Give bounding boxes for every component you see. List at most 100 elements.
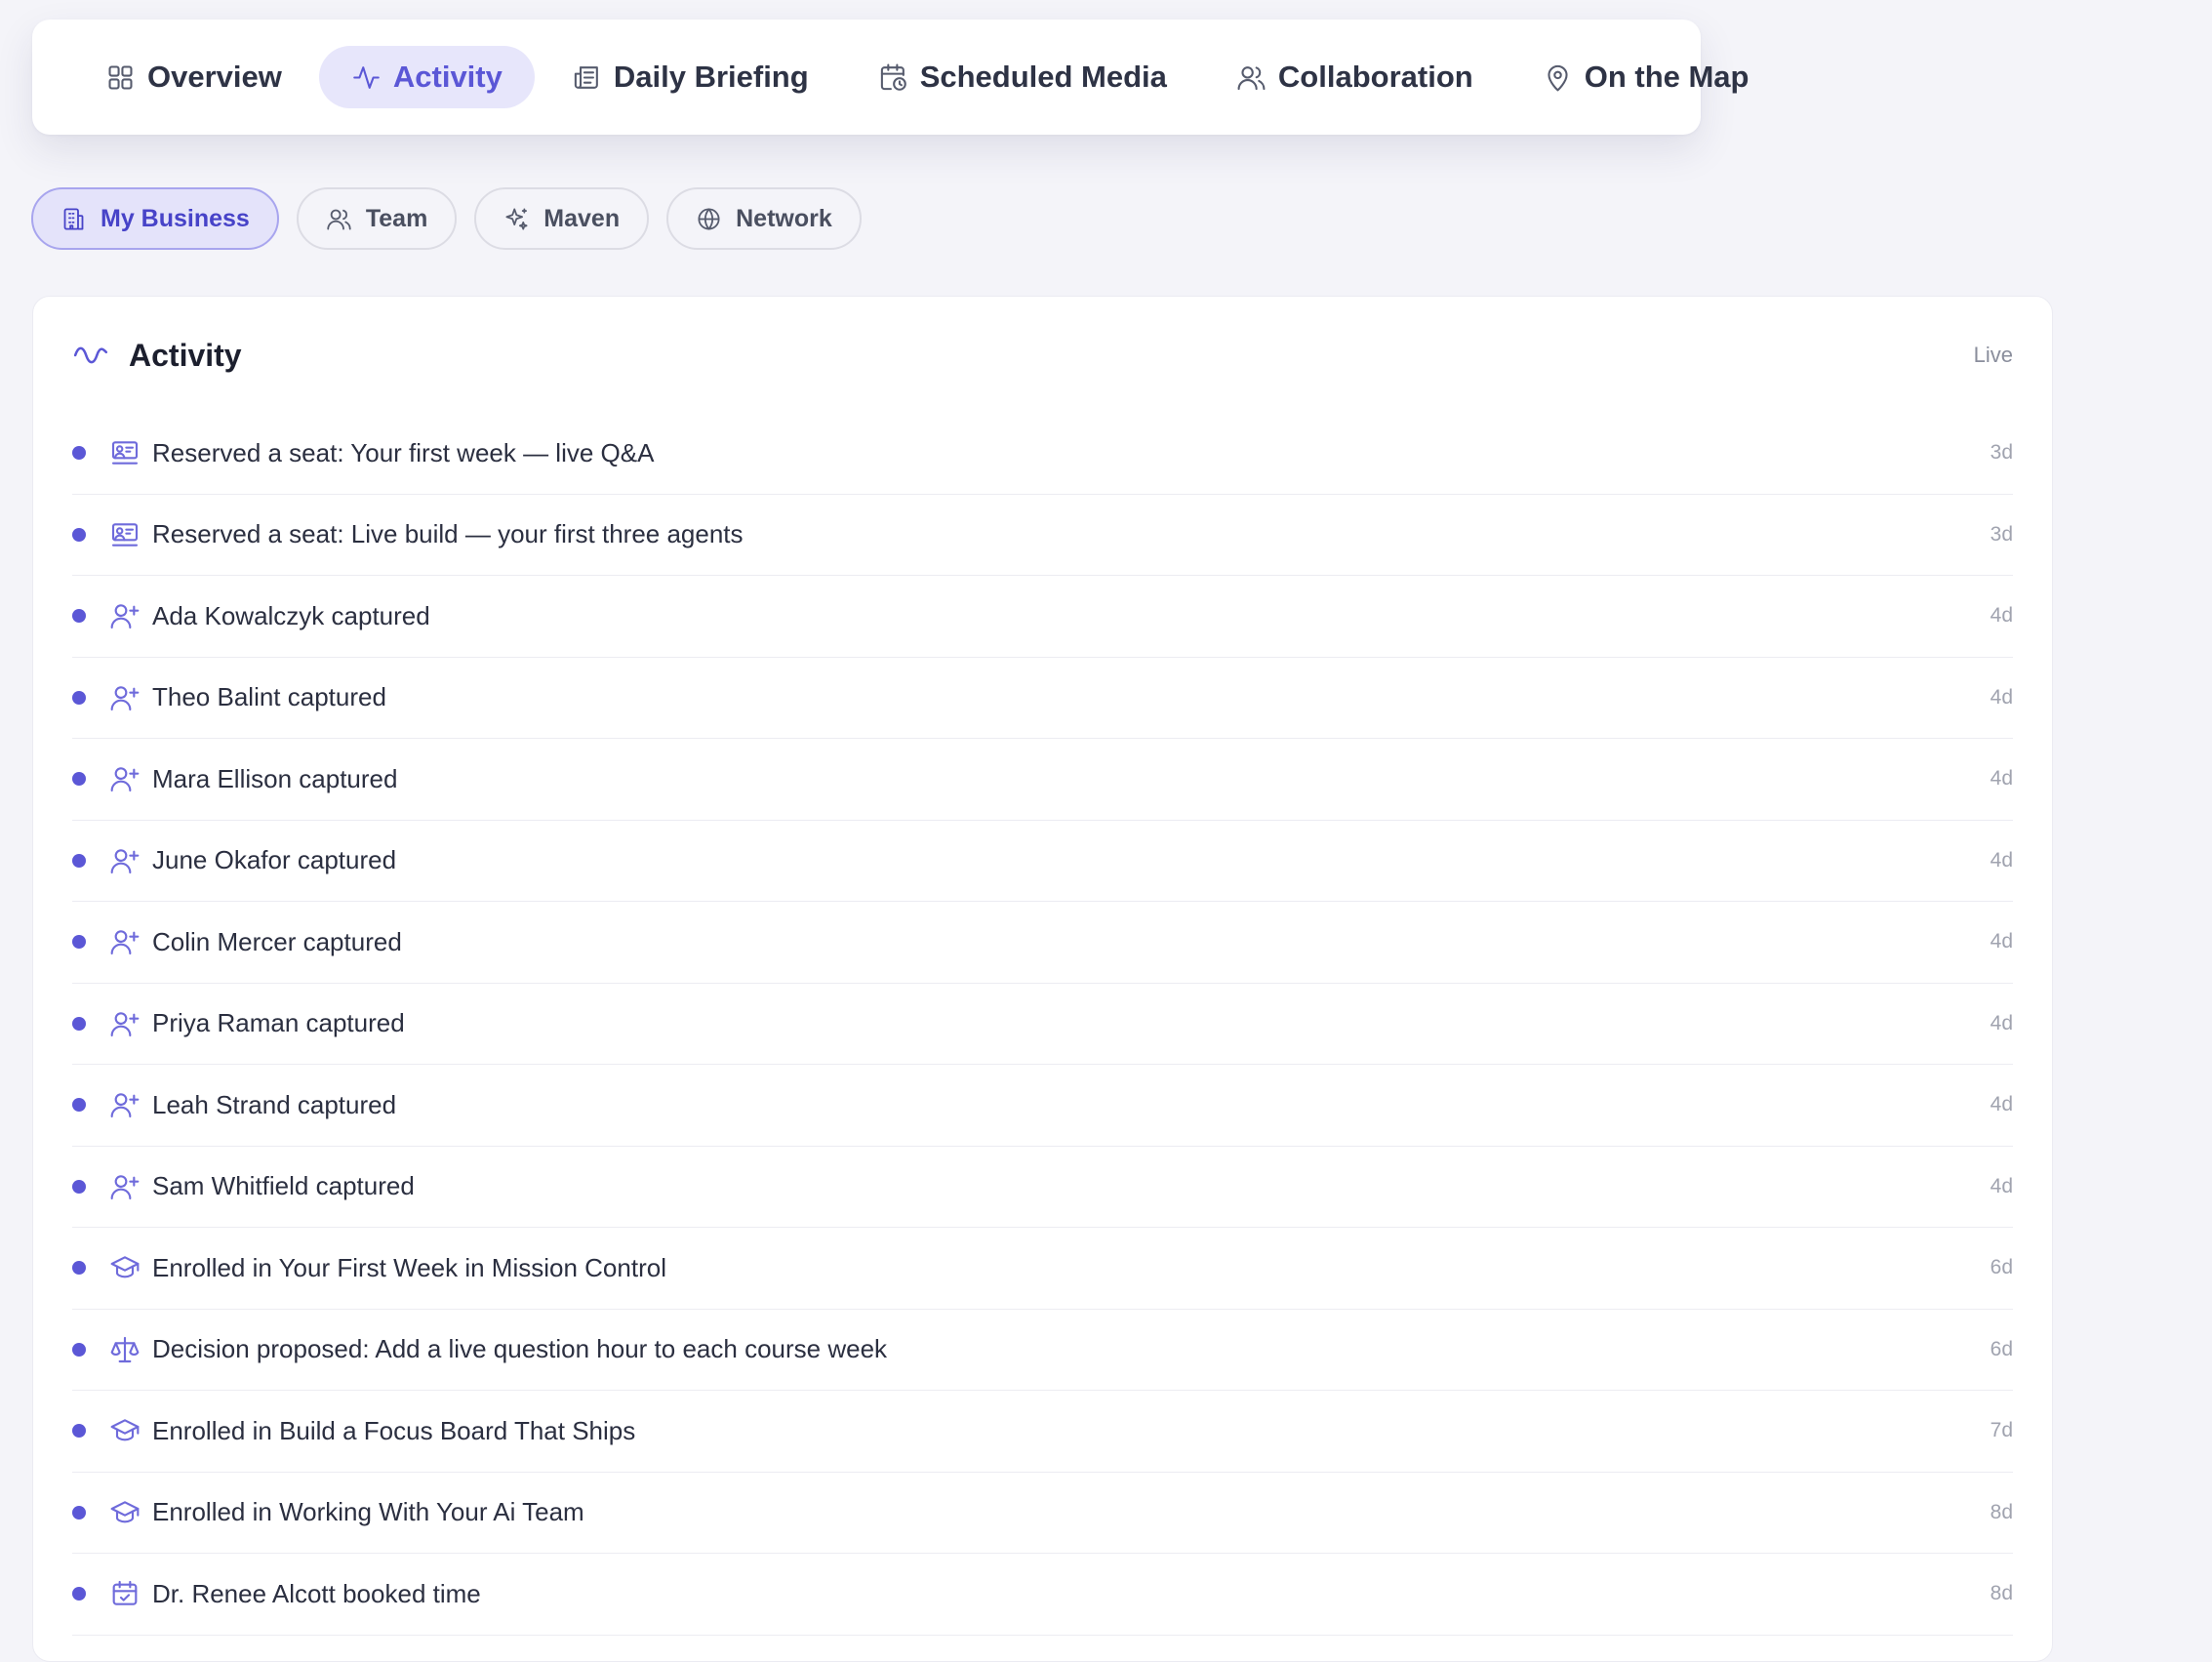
graduation-cap-icon [109,1252,152,1283]
tab-overview[interactable]: Overview [74,46,314,108]
activity-text: Reserved a seat: Live build — your first… [152,519,744,549]
unread-dot [72,1505,86,1520]
tab-collaboration[interactable]: Collaboration [1204,46,1506,108]
sparkles-icon [503,206,530,232]
unread-dot [72,853,86,868]
activity-time: 4d [1990,1174,2013,1197]
unread-dot [72,1587,86,1601]
activity-row[interactable]: June Okafor captured 4d [72,821,2013,902]
activity-title: Activity [129,337,242,373]
unread-dot [72,1179,86,1194]
activity-time: 3d [1990,441,2013,465]
activity-text: Colin Mercer captured [152,926,402,956]
unread-dot [72,690,86,705]
activity-time: 4d [1990,848,2013,872]
activity-time: 4d [1990,685,2013,709]
user-plus-icon [109,1008,152,1039]
user-plus-icon [109,600,152,631]
unread-dot [72,1098,86,1113]
graduation-cap-icon [109,1415,152,1446]
user-plus-icon [109,926,152,957]
activity-row[interactable]: Reserved a seat: Your first week — live … [72,413,2013,495]
globe-icon [696,206,722,232]
activity-row[interactable]: Theo Balint captured 4d [72,658,2013,739]
tab-label: Scheduled Media [919,60,1167,94]
filter-label: Maven [543,204,621,232]
activity-time: 3d [1990,522,2013,546]
tab-scheduled-media[interactable]: Scheduled Media [846,46,1199,108]
presentation-icon [109,437,152,468]
activity-text: Decision proposed: Add a live question h… [152,1334,888,1364]
calendar-check-icon [109,1578,152,1609]
unread-dot [72,1261,86,1276]
activity-row[interactable]: Mara Ellison captured 4d [72,739,2013,821]
activity-text: Ada Kowalczyk captured [152,600,430,630]
filter-network[interactable]: Network [666,187,862,250]
filter-label: Network [736,204,832,232]
graduation-cap-icon [109,1497,152,1528]
activity-row[interactable]: Enrolled in Build a Focus Board That Shi… [72,1391,2013,1473]
activity-text: Reserved a seat: Your first week — live … [152,437,655,467]
unread-dot [72,935,86,950]
filter-my-business[interactable]: My Business [31,187,279,250]
map-pin-icon [1543,62,1573,93]
activity-text: Theo Balint captured [152,682,386,712]
activity-text: Dr. Renee Alcott booked time [152,1578,481,1608]
activity-time: 4d [1990,1093,2013,1116]
calendar-clock-icon [878,62,908,93]
user-plus-icon [109,682,152,713]
unread-dot [72,446,86,461]
grid-icon [105,62,136,93]
activity-text: Priya Raman captured [152,1008,405,1038]
activity-row[interactable]: Priya Raman captured 4d [72,984,2013,1065]
activity-row[interactable]: Ada Kowalczyk captured 4d [72,576,2013,658]
tab-label: Daily Briefing [613,60,809,94]
user-plus-icon [109,763,152,794]
filter-maven[interactable]: Maven [474,187,650,250]
building-icon [60,206,87,232]
tab-label: Activity [392,60,503,94]
wave-icon [72,337,109,374]
activity-row[interactable]: Reserved a seat: Live build — your first… [72,495,2013,576]
unread-dot [72,1342,86,1357]
activity-text: Enrolled in Your First Week in Mission C… [152,1252,666,1282]
tab-label: Overview [147,60,282,94]
user-plus-icon [109,1089,152,1120]
activity-time: 6d [1990,1337,2013,1360]
unread-dot [72,527,86,542]
tab-activity[interactable]: Activity [318,46,535,108]
unread-dot [72,1016,86,1031]
presentation-icon [109,519,152,550]
unread-dot [72,1424,86,1439]
activity-text: Mara Ellison captured [152,763,398,793]
filter-team[interactable]: Team [296,187,458,250]
unread-dot [72,609,86,624]
activity-row[interactable]: Dr. Renee Alcott booked time 8d [72,1554,2013,1636]
activity-row[interactable]: Sam Whitfield captured 4d [72,1147,2013,1228]
activity-text: Enrolled in Working With Your Ai Team [152,1497,584,1527]
tab-label: On the Map [1584,60,1749,94]
activity-time: 8d [1990,1500,2013,1523]
filter-label: Team [365,204,428,232]
activity-text: Enrolled in Build a Focus Board That Shi… [152,1415,636,1445]
activity-time: 4d [1990,767,2013,790]
activity-text: June Okafor captured [152,845,397,875]
activity-panel: Activity Live Reserved a seat: Your firs… [32,296,2053,1662]
activity-row[interactable]: Enrolled in Your First Week in Mission C… [72,1228,2013,1310]
pulse-icon [351,62,382,93]
activity-feed: Reserved a seat: Your first week — live … [72,413,2013,1636]
tab-label: Collaboration [1277,60,1473,94]
filter-label: My Business [101,204,250,232]
activity-time: 8d [1990,1582,2013,1605]
activity-row[interactable]: Leah Strand captured 4d [72,1065,2013,1147]
live-status: Live [1973,343,2013,367]
activity-time: 4d [1990,1011,2013,1034]
user-plus-icon [109,1171,152,1202]
activity-row[interactable]: Decision proposed: Add a live question h… [72,1310,2013,1391]
activity-row[interactable]: Enrolled in Working With Your Ai Team 8d [72,1473,2013,1554]
tab-on-the-map[interactable]: On the Map [1510,46,1782,108]
activity-text: Leah Strand captured [152,1089,397,1119]
users-icon [326,206,352,232]
activity-row[interactable]: Colin Mercer captured 4d [72,902,2013,984]
tab-daily-briefing[interactable]: Daily Briefing [540,46,841,108]
